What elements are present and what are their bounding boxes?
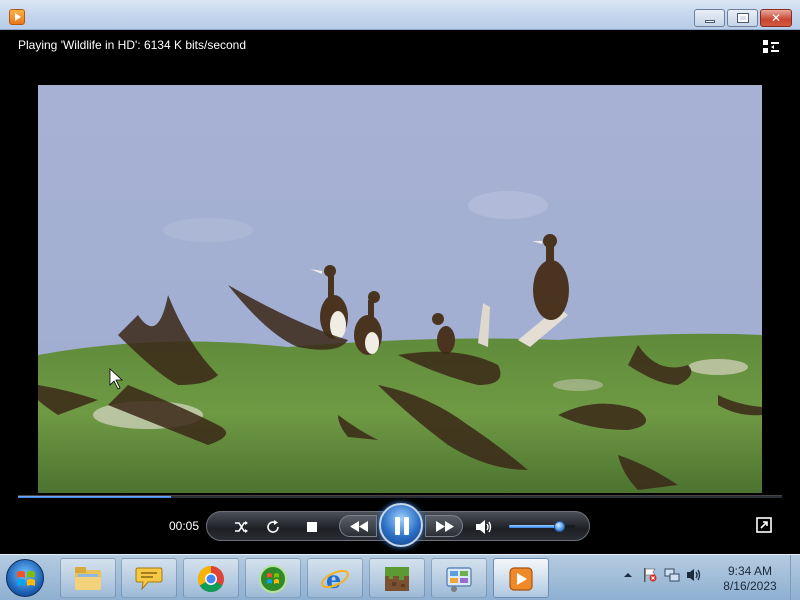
fullscreen-icon[interactable] [756,517,772,533]
internet-explorer-icon: e [321,565,349,594]
previous-icon [350,521,368,532]
taskbar-chrome[interactable] [183,558,239,598]
taskbar: e 9:34 AM 8/16/2023 [0,554,800,600]
window-titlebar[interactable]: ✕ [0,0,800,30]
folder-icon [75,567,101,590]
volume-level [509,525,561,528]
system-tray [620,567,708,583]
repeat-icon[interactable] [265,519,281,535]
screen: ✕ Playing 'Wildlife in HD': 6134 K bits/… [0,0,800,600]
now-playing-status: Playing 'Wildlife in HD': 6134 K bits/se… [18,38,247,52]
window-controls: ✕ [692,9,792,27]
minecraft-icon [385,567,409,591]
taskbar-internet-explorer[interactable]: e [307,558,363,598]
previous-button[interactable] [339,515,377,537]
chat-bubble-icon [135,567,163,591]
network-icon[interactable] [664,567,680,583]
windows-media-center-icon [259,565,287,593]
media-player-icon[interactable] [9,9,25,25]
media-player-window: Playing 'Wildlife in HD': 6134 K bits/se… [8,30,792,554]
switch-to-library-icon[interactable] [762,39,780,55]
shuffle-icon[interactable] [233,519,249,535]
chrome-icon [197,565,224,593]
close-button[interactable]: ✕ [760,9,792,27]
clock-date: 8/16/2023 [723,579,777,593]
video-frame[interactable] [38,85,762,493]
taskbar-minecraft[interactable] [369,558,425,598]
clock-time: 9:34 AM [727,564,773,578]
minimize-button[interactable] [694,9,725,27]
maximize-icon [736,13,749,23]
taskbar-control-panel[interactable] [431,558,487,598]
action-center-flag-icon[interactable] [642,567,658,583]
volume-icon[interactable] [686,567,702,583]
minimize-icon [704,19,715,23]
next-button[interactable] [425,515,463,537]
volume-slider[interactable] [509,521,575,532]
windows-logo-icon [17,571,35,586]
show-hidden-icons[interactable] [620,567,636,583]
seek-progress [18,496,171,498]
elapsed-time: 00:05 [169,519,200,533]
volume-icon[interactable] [475,519,493,535]
taskbar-explorer[interactable] [60,558,116,598]
volume-thumb[interactable] [554,521,566,532]
control-panel-icon [446,567,472,592]
start-button[interactable] [6,559,44,597]
taskbar-chat[interactable] [121,558,177,598]
svg-text:e: e [326,565,341,594]
pause-button[interactable] [379,503,423,547]
show-desktop-button[interactable] [790,555,800,600]
close-icon: ✕ [770,11,782,25]
taskbar-clock[interactable]: 9:34 AM 8/16/2023 [714,564,786,594]
next-icon [436,521,454,532]
stop-icon[interactable] [305,520,319,534]
taskbar-media-player[interactable] [493,558,549,598]
media-player-icon [509,567,533,591]
seek-bar[interactable] [18,495,782,498]
maximize-button[interactable] [727,9,758,27]
taskbar-media-center[interactable] [245,558,301,598]
